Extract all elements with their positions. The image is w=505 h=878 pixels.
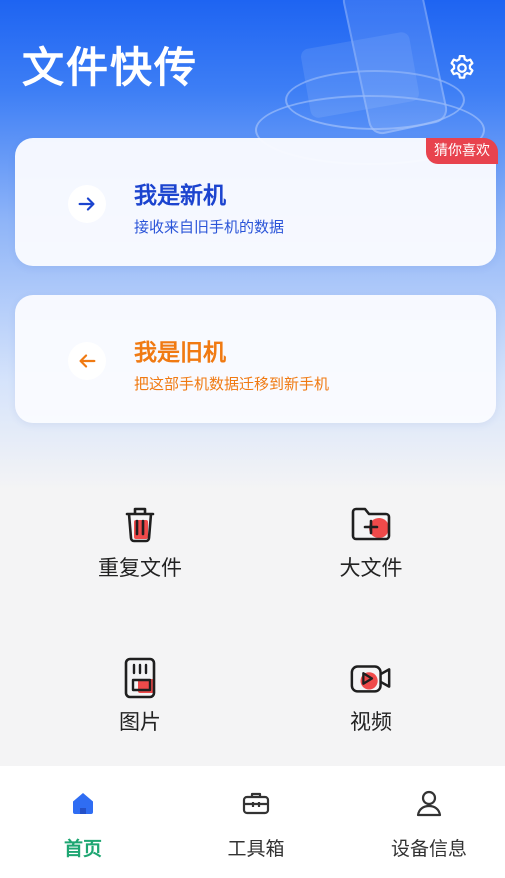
tool-label: 大文件 — [339, 556, 403, 580]
tab-home[interactable]: 首页 — [23, 786, 143, 866]
arrow-left-icon — [79, 354, 96, 368]
tool-label: 图片 — [119, 710, 161, 734]
app-title: 文件快传 — [22, 43, 199, 92]
old-phone-title: 我是旧机 — [134, 340, 226, 366]
arrow-circle — [68, 185, 106, 223]
settings-button[interactable] — [446, 52, 478, 84]
arrow-right-icon — [78, 197, 95, 211]
tool-images[interactable]: 图片 — [60, 656, 220, 756]
tab-toolbox[interactable]: 工具箱 — [196, 786, 316, 866]
tool-duplicate-files[interactable]: 重复文件 — [60, 502, 220, 602]
gear-icon — [450, 55, 474, 79]
arrow-circle — [68, 342, 106, 380]
folder-plus-icon — [351, 507, 391, 541]
new-phone-subtitle: 接收来自旧手机的数据 — [134, 218, 285, 236]
video-camera-icon — [350, 665, 391, 693]
old-phone-card[interactable]: 我是旧机 把这部手机数据迁移到新手机 — [15, 295, 496, 423]
new-phone-title: 我是新机 — [134, 183, 226, 209]
tool-videos[interactable]: 视频 — [291, 656, 451, 756]
bottom-tab-bar: 首页 工具箱 设备信息 — [0, 766, 505, 878]
new-phone-card[interactable]: 猜你喜欢 我是新机 接收来自旧手机的数据 — [15, 138, 498, 266]
recommend-badge: 猜你喜欢 — [426, 138, 498, 164]
tool-label: 视频 — [350, 710, 392, 734]
old-phone-subtitle: 把这部手机数据迁移到新手机 — [134, 375, 330, 393]
person-icon — [416, 790, 442, 817]
tab-label: 首页 — [63, 838, 102, 860]
toolbox-icon — [242, 792, 270, 815]
trash-icon — [125, 507, 155, 543]
home-icon — [73, 793, 93, 814]
tool-large-files[interactable]: 大文件 — [291, 502, 451, 602]
tab-label: 工具箱 — [227, 838, 285, 860]
tab-device-info[interactable]: 设备信息 — [369, 786, 489, 866]
tool-label: 重复文件 — [98, 556, 182, 580]
tab-label: 设备信息 — [390, 838, 467, 860]
sd-card-icon — [124, 657, 156, 699]
